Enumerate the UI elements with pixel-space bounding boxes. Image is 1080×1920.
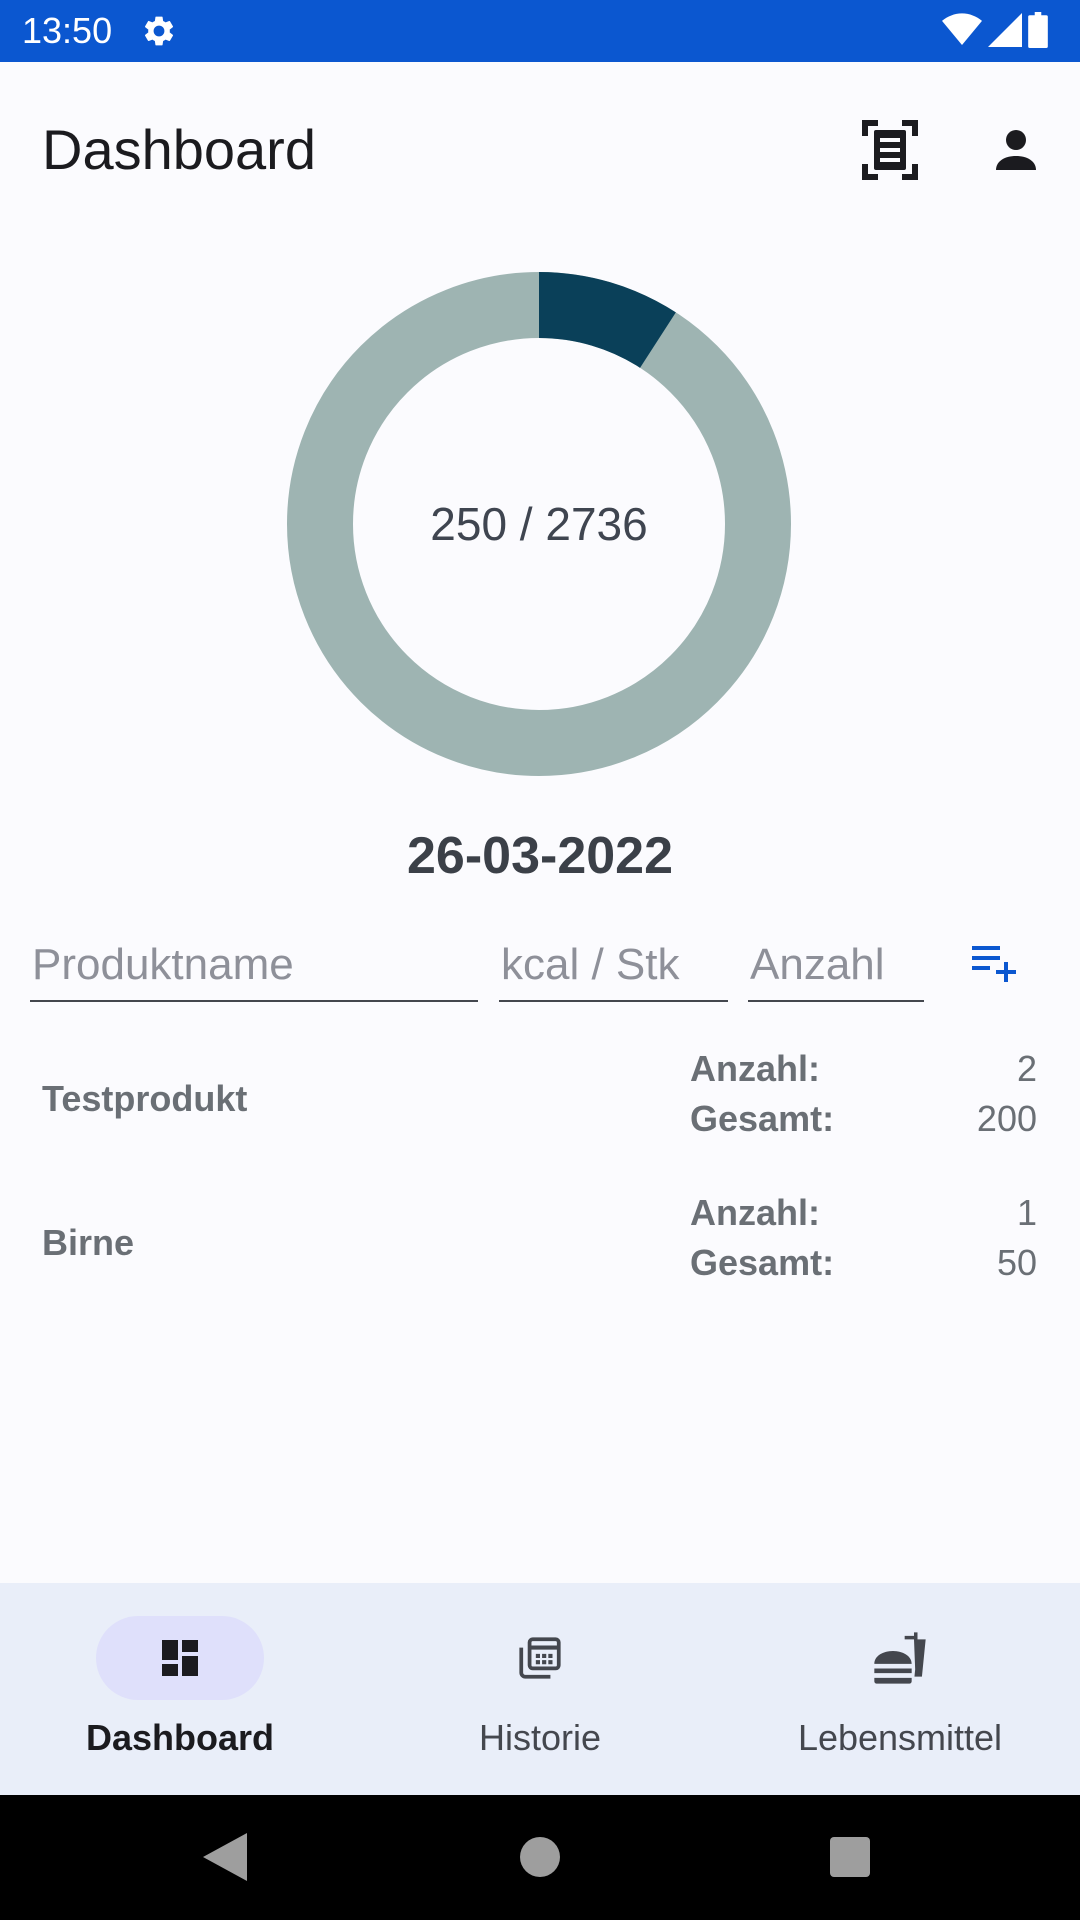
page-title: Dashboard	[42, 118, 316, 181]
back-button[interactable]	[195, 1827, 255, 1887]
status-time: 13:50	[22, 10, 113, 51]
home-button[interactable]	[510, 1827, 570, 1887]
nav-item-historie[interactable]: Historie	[360, 1583, 720, 1795]
nav-icon-container	[456, 1616, 624, 1700]
nav-label-historie: Historie	[478, 1717, 602, 1758]
bottom-navigation: Dashboard Historie Lebensmittel	[0, 1583, 1080, 1795]
app-bar: Dashboard	[0, 62, 1080, 238]
add-entry-button[interactable]	[968, 934, 1024, 990]
nav-active-indicator	[96, 1616, 264, 1700]
fastfood-icon	[874, 1632, 926, 1684]
nav-label-dashboard: Dashboard	[85, 1717, 275, 1758]
count-value: 2	[1016, 1048, 1037, 1089]
back-icon	[203, 1833, 247, 1881]
status-bar: 13:50	[0, 0, 1080, 62]
item-name: Birne	[42, 1222, 135, 1263]
signal-icon	[988, 13, 1022, 47]
kcal-per-piece-field[interactable]	[499, 920, 730, 1002]
playlist-add-icon	[972, 946, 1016, 982]
product-name-input[interactable]	[30, 920, 480, 1000]
total-label: Gesamt:	[690, 1098, 835, 1139]
selected-date[interactable]: 26-03-2022	[0, 826, 1080, 886]
wifi-icon	[942, 13, 982, 46]
calorie-donut: 250 / 2736	[283, 268, 795, 780]
total-label: Gesamt:	[690, 1242, 835, 1283]
item-name: Testprodukt	[42, 1078, 248, 1119]
nav-icon-container	[816, 1616, 984, 1700]
count-input[interactable]	[748, 920, 926, 1000]
product-name-field[interactable]	[30, 920, 480, 1002]
system-navigation-bar	[0, 1795, 1080, 1920]
count-label: Anzahl:	[690, 1192, 820, 1233]
nav-label-lebensmittel: Lebensmittel	[797, 1717, 1003, 1758]
nav-item-lebensmittel[interactable]: Lebensmittel	[720, 1583, 1080, 1795]
gear-icon	[144, 16, 174, 46]
total-value: 50	[996, 1242, 1037, 1283]
list-item[interactable]: Birne Anzahl: 1 Gesamt: 50	[0, 1184, 1080, 1328]
profile-button[interactable]	[978, 112, 1054, 188]
count-value: 1	[1016, 1192, 1037, 1233]
list-item[interactable]: Testprodukt Anzahl: 2 Gesamt: 200	[0, 1040, 1080, 1184]
kcal-per-piece-input[interactable]	[499, 920, 730, 1000]
account-icon	[996, 130, 1036, 170]
dashboard-icon	[162, 1640, 198, 1676]
total-value: 200	[976, 1098, 1037, 1139]
calorie-count: 250 / 2736	[430, 498, 648, 550]
count-label: Anzahl:	[690, 1048, 820, 1089]
entry-list: Testprodukt Anzahl: 2 Gesamt: 200 Birne …	[0, 1040, 1080, 1328]
scan-document-icon	[862, 120, 918, 180]
recents-button[interactable]	[820, 1827, 880, 1887]
history-calendar-icon	[519, 1637, 561, 1679]
count-field[interactable]	[748, 920, 926, 1002]
battery-icon	[1028, 12, 1048, 48]
scan-button[interactable]	[852, 112, 928, 188]
nav-item-dashboard[interactable]: Dashboard	[0, 1583, 360, 1795]
home-icon	[520, 1837, 560, 1877]
recents-icon	[830, 1837, 870, 1877]
